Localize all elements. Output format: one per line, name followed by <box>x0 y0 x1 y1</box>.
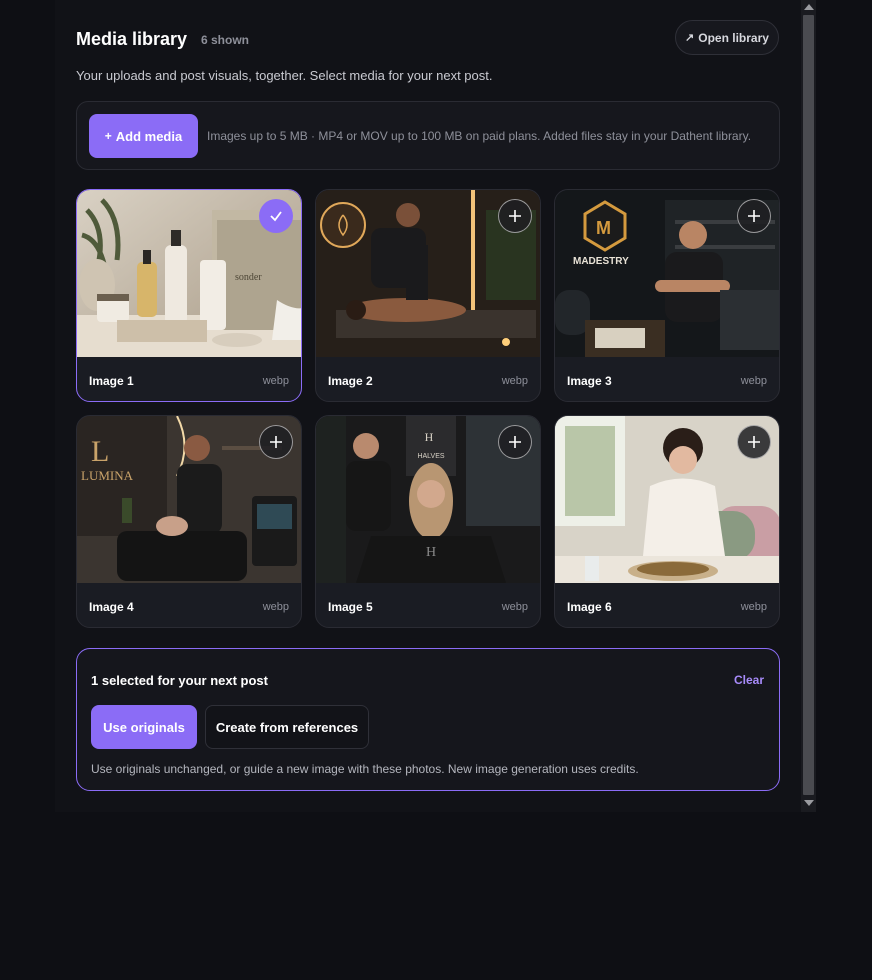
open-library-button[interactable]: ↗ Open library <box>675 20 779 55</box>
media-card-4[interactable]: L LUMINA Image 4 webp <box>76 415 302 628</box>
media-type: webp <box>501 375 528 387</box>
media-label: Image 6 <box>567 600 612 614</box>
media-count: 6 shown <box>201 33 250 47</box>
media-type: webp <box>740 601 767 613</box>
svg-text:L: L <box>91 435 109 468</box>
media-card-6[interactable]: Image 6 webp <box>554 415 780 628</box>
add-to-selection-icon[interactable] <box>498 199 532 233</box>
scroll-down-arrow-icon[interactable] <box>804 800 814 806</box>
add-to-selection-icon[interactable] <box>498 425 532 459</box>
add-to-selection-icon[interactable] <box>737 199 771 233</box>
media-card-1[interactable]: sonder Image 1 webp <box>76 189 302 402</box>
media-label: Image 4 <box>89 600 134 614</box>
media-card-2[interactable]: Image 2 webp <box>315 189 541 402</box>
scroll-up-arrow-icon[interactable] <box>804 4 814 10</box>
svg-text:MADESTRY: MADESTRY <box>573 256 629 267</box>
open-library-label: Open library <box>698 30 769 45</box>
external-arrow-icon: ↗ <box>685 32 695 44</box>
svg-text:H: H <box>425 430 434 444</box>
scrollbar[interactable] <box>801 0 816 812</box>
media-card-3[interactable]: M MADESTRY Image 3 webp <box>554 189 780 402</box>
media-type: webp <box>262 375 289 387</box>
selection-help-text: Use originals unchanged, or guide a new … <box>91 762 639 776</box>
upload-help-text: Images up to 5 MB · MP4 or MOV up to 100… <box>207 129 752 143</box>
clear-selection-button[interactable]: Clear <box>734 673 764 687</box>
add-to-selection-icon[interactable] <box>737 425 771 459</box>
media-type: webp <box>262 601 289 613</box>
media-card-5[interactable]: H HALVES H Image 5 webp <box>315 415 541 628</box>
selection-title: 1 selected for your next post <box>91 673 268 688</box>
media-type: webp <box>501 601 528 613</box>
svg-text:M: M <box>596 218 611 238</box>
svg-text:sonder: sonder <box>235 272 262 283</box>
svg-text:HALVES: HALVES <box>417 453 444 460</box>
media-label: Image 3 <box>567 374 612 388</box>
add-media-button[interactable]: + Add media <box>89 114 198 158</box>
svg-text:LUMINA: LUMINA <box>81 468 134 483</box>
media-label: Image 1 <box>89 374 134 388</box>
add-to-selection-icon[interactable] <box>259 425 293 459</box>
media-type: webp <box>740 375 767 387</box>
page-title: Media library <box>76 29 188 49</box>
use-originals-button[interactable]: Use originals <box>91 705 197 749</box>
media-label: Image 5 <box>328 600 373 614</box>
media-label: Image 2 <box>328 374 373 388</box>
scrollbar-thumb[interactable] <box>803 15 814 795</box>
page-subtitle: Your uploads and post visuals, together.… <box>76 68 493 83</box>
svg-text:H: H <box>426 545 436 560</box>
create-from-references-button[interactable]: Create from references <box>205 705 369 749</box>
plus-icon: + <box>104 129 112 143</box>
selected-check-icon[interactable] <box>259 199 293 233</box>
add-media-label: Add media <box>115 128 183 144</box>
